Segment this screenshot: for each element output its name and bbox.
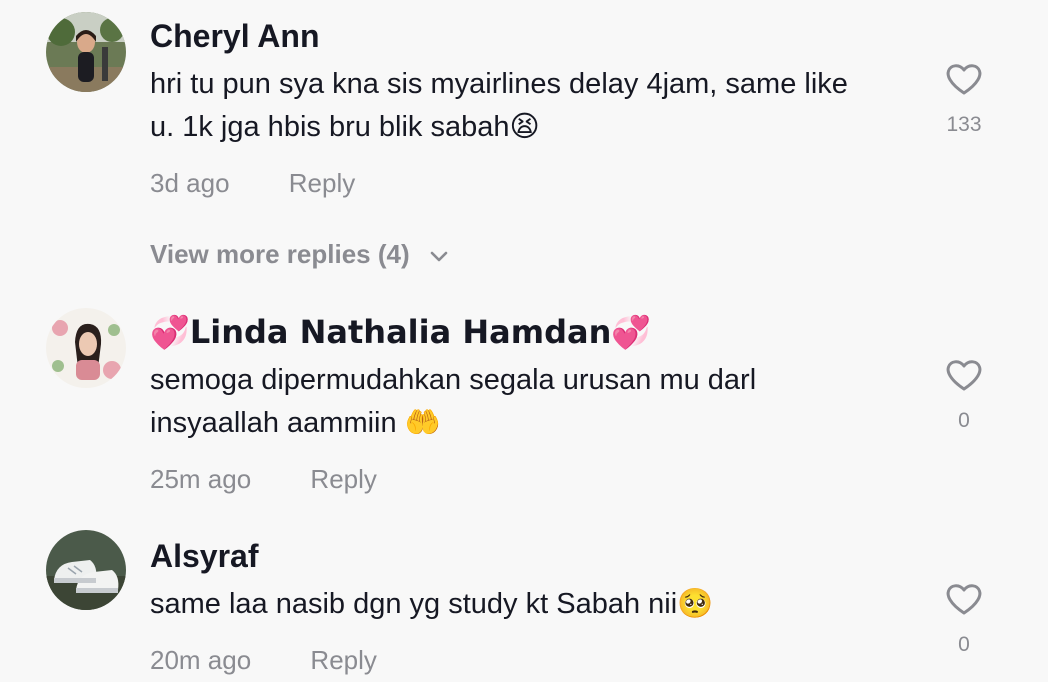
timestamp: 25m ago [150,464,252,494]
chevron-down-icon [430,251,448,262]
like-count: 0 [958,409,970,432]
reply-button[interactable]: Reply [289,166,355,200]
comment-text: same laa nasib dgn yg study kt Sabah nii… [150,588,714,620]
like-control: 0 [934,358,994,433]
heart-outline-icon[interactable] [945,62,983,101]
comment-text: hri tu pun sya kna sis myairlines delay … [150,68,848,143]
avatar[interactable] [46,530,126,610]
avatar[interactable] [46,308,126,388]
comment-meta: 20m ago Reply [150,643,920,677]
username[interactable]: 💞Linda Nathalia Hamdan💞 [150,312,920,352]
reply-button[interactable]: Reply [310,462,376,496]
timestamp: 3d ago [150,168,230,198]
heart-outline-icon[interactable] [945,358,983,397]
like-control: 133 [934,62,994,137]
avatar[interactable] [46,12,126,92]
comment-text: semoga dipermudahkan segala urusan mu da… [150,364,757,439]
comment-body: Cheryl Ann hri tu pun sya kna sis myairl… [150,16,920,200]
like-count: 133 [946,113,982,136]
username[interactable]: Alsyraf [150,536,920,576]
timestamp: 20m ago [150,645,252,675]
comment-list: Cheryl Ann hri tu pun sya kna sis myairl… [0,0,1048,682]
like-count: 0 [958,633,970,656]
comment-meta: 25m ago Reply [150,462,920,496]
comment-meta: 3d ago Reply [150,166,920,200]
like-control: 0 [934,582,994,657]
comment-body: Alsyraf same laa nasib dgn yg study kt S… [150,536,920,677]
view-more-label: View more replies (4) [150,239,410,269]
heart-outline-icon[interactable] [945,582,983,621]
view-more-replies-button[interactable]: View more replies (4) [150,236,449,272]
comment-body: 💞Linda Nathalia Hamdan💞 semoga dipermuda… [150,312,920,496]
reply-button[interactable]: Reply [310,643,376,677]
username[interactable]: Cheryl Ann [150,16,920,56]
